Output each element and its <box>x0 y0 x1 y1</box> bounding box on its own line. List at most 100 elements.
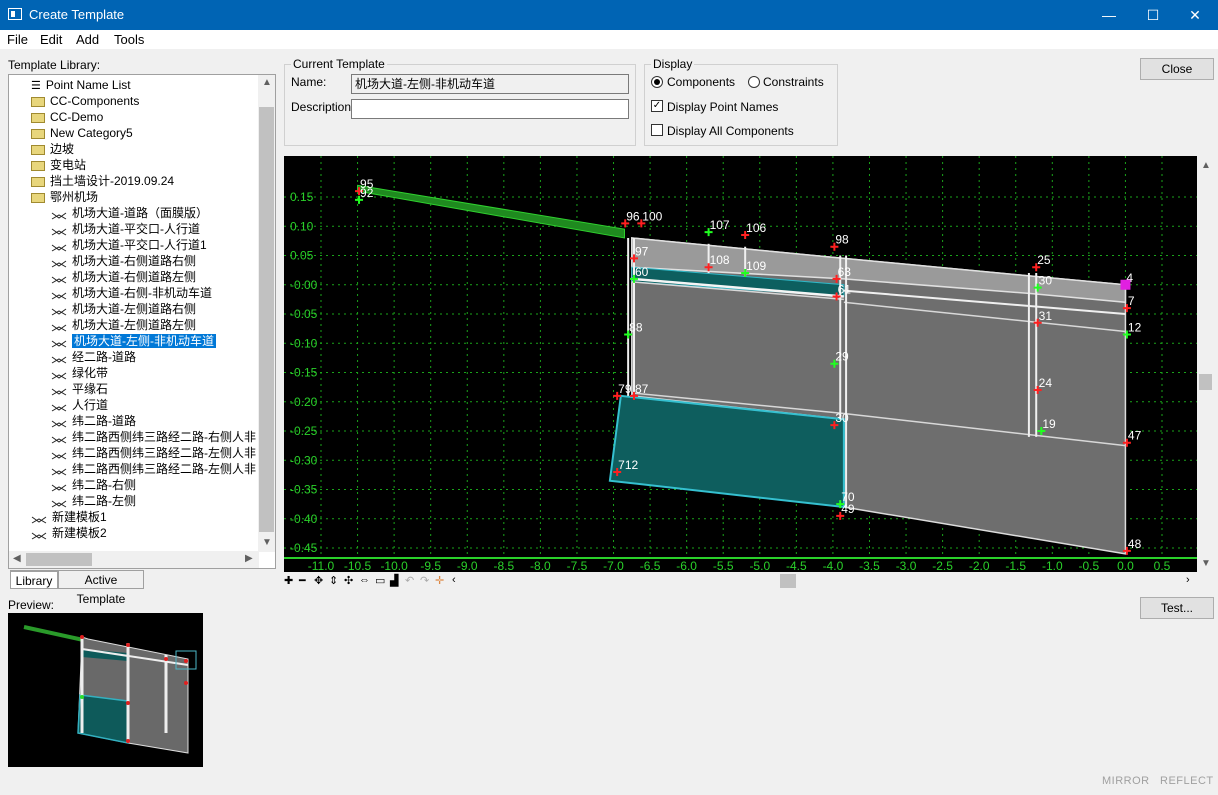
tree-item[interactable]: CC-Demo <box>31 109 103 125</box>
components-radio[interactable] <box>651 76 663 88</box>
tree-scroll-thumb[interactable] <box>259 107 274 532</box>
tree-item[interactable]: ☰ Point Name List <box>31 77 131 93</box>
tree-item[interactable]: 机场大道-左侧-非机动车道 <box>51 333 216 349</box>
tree-item[interactable]: 纬二路西侧纬三路经二路-右侧人非 <box>51 429 256 445</box>
tree-item[interactable]: 纬二路-左侧 <box>51 493 136 509</box>
point-snap-icon[interactable]: ✛ <box>435 574 444 587</box>
tree-vertical-scrollbar[interactable]: ▲ ▼ <box>258 75 275 552</box>
undo-icon[interactable]: ↶ <box>405 574 414 587</box>
display-point-names-label[interactable]: Display Point Names <box>667 100 778 114</box>
display-point-names-checkbox[interactable]: ✓ <box>651 100 663 112</box>
template-drawing[interactable]: -11.0 -10.5 -10.0 -9.5 -9.0 -8.5 -8.0 -7.5 -7.0 -… <box>284 156 1197 573</box>
tree-item[interactable]: 机场大道-道路（面膜版） <box>51 205 208 221</box>
point-name-label: 106 <box>746 221 766 235</box>
display-all-components-checkbox[interactable] <box>651 124 663 136</box>
tree-item[interactable]: 人行道 <box>51 397 108 413</box>
scroll-down-icon[interactable]: ▼ <box>262 537 272 548</box>
tree-item[interactable]: 机场大道-平交口-人行道1 <box>51 237 207 253</box>
template-icon <box>51 305 67 316</box>
template-icon <box>51 337 67 348</box>
chart-icon[interactable]: ▟ <box>390 574 398 587</box>
canvas-scroll-up-icon[interactable]: ▲ <box>1201 160 1211 171</box>
tree-item[interactable]: 机场大道-左侧道路左侧 <box>51 317 196 333</box>
point-name-label: 29 <box>835 350 849 364</box>
tree-item[interactable]: 变电站 <box>31 157 86 173</box>
template-name-field[interactable]: 机场大道-左侧-非机动车道 <box>351 74 629 94</box>
tree-item[interactable]: 机场大道-右侧-非机动车道 <box>51 285 212 301</box>
x-tick-label: -3.0 <box>896 559 917 572</box>
point-name-label: 30 <box>835 411 849 425</box>
tree-item-label: 人行道 <box>72 398 109 412</box>
x-tick-label: -8.5 <box>493 559 514 572</box>
template-icon <box>51 321 67 332</box>
tree-item[interactable]: 纬二路-右侧 <box>51 477 136 493</box>
tree-horizontal-scrollbar[interactable]: ◀ ▶ <box>9 551 259 568</box>
template-editor-canvas[interactable]: -11.0 -10.5 -10.0 -9.5 -9.0 -8.5 -8.0 -7.5 -7.0 -… <box>284 156 1197 573</box>
canvas-scroll-left-icon[interactable]: ‹ <box>452 574 456 586</box>
x-tick-label: -10.0 <box>380 559 408 572</box>
point-name-label: 98 <box>835 233 849 247</box>
tab-library[interactable]: Library <box>10 570 58 589</box>
mirror-label[interactable]: MIRROR <box>1102 775 1150 787</box>
point-name-label: 79 <box>618 382 632 396</box>
tree-item[interactable]: 绿化带 <box>51 365 108 381</box>
redo-icon[interactable]: ↷ <box>420 574 429 587</box>
canvas-vertical-scrollbar[interactable]: ▲ ▼ <box>1197 156 1214 572</box>
test-button[interactable]: Test... <box>1140 597 1214 619</box>
tree-item[interactable]: 鄂州机场 <box>31 189 98 205</box>
canvas-scroll-right-icon[interactable]: › <box>1186 574 1190 586</box>
tab-active-template[interactable]: Active Template <box>58 570 144 606</box>
canvas-hscroll-thumb[interactable] <box>780 574 796 588</box>
tree-item-label: 绿化带 <box>72 366 109 380</box>
tree-item[interactable]: 新建模板1 <box>31 509 107 525</box>
point-name-label: 63 <box>838 265 852 279</box>
tree-item[interactable]: 挡土墙设计-2019.09.24 <box>31 173 174 189</box>
scroll-up-icon[interactable]: ▲ <box>262 77 272 88</box>
zoom-in-icon[interactable]: ✚ <box>284 574 293 587</box>
tree-hscroll-thumb[interactable] <box>26 553 92 566</box>
template-library-tree[interactable]: ▲ ▼ ◀ ▶ ☰ Point Name List CC-Components CC-… <box>8 74 276 569</box>
name-label: Name: <box>291 75 327 89</box>
maximize-button[interactable]: ☐ <box>1130 0 1176 30</box>
menu-edit[interactable]: Edit <box>40 32 62 47</box>
scroll-left-icon[interactable]: ◀ <box>13 553 21 564</box>
tree-item[interactable]: 纬二路西侧纬三路经二路-左侧人非 <box>51 461 256 477</box>
menu-file[interactable]: File <box>7 32 28 47</box>
menu-tools[interactable]: Tools <box>114 32 144 47</box>
tree-item[interactable]: 纬二路西侧纬三路经二路-左侧人非 <box>51 445 256 461</box>
canvas-vscroll-thumb[interactable] <box>1199 374 1212 390</box>
tree-item[interactable]: 机场大道-平交口-人行道 <box>51 221 200 237</box>
fit-all-icon[interactable]: ✣ <box>344 574 353 587</box>
tree-item[interactable]: 机场大道-左侧道路右侧 <box>51 301 196 317</box>
pan-icon[interactable]: ✥ <box>314 574 323 587</box>
tree-item[interactable]: CC-Components <box>31 93 139 109</box>
constraints-label[interactable]: Constraints <box>763 75 824 89</box>
scroll-right-icon[interactable]: ▶ <box>245 553 253 564</box>
fit-horizontal-icon[interactable]: ⇔ <box>359 574 370 586</box>
minimize-button[interactable]: — <box>1086 0 1132 30</box>
tree-item[interactable]: 机场大道-右侧道路右侧 <box>51 253 196 269</box>
point-name-label: 60 <box>635 265 649 279</box>
close-window-button[interactable]: ✕ <box>1172 0 1218 30</box>
template-icon <box>51 465 67 476</box>
reflect-label[interactable]: REFLECT <box>1160 775 1214 787</box>
zoom-out-icon[interactable]: ━ <box>299 574 306 587</box>
display-all-components-label[interactable]: Display All Components <box>667 124 794 138</box>
y-tick-label: -0.30 <box>290 453 318 467</box>
template-icon <box>31 529 47 540</box>
template-description-field[interactable] <box>351 99 629 119</box>
components-label[interactable]: Components <box>667 75 735 89</box>
canvas-scroll-down-icon[interactable]: ▼ <box>1201 558 1211 569</box>
constraints-radio[interactable] <box>748 76 760 88</box>
tree-item[interactable]: 边坡 <box>31 141 74 157</box>
tree-item[interactable]: 机场大道-右侧道路左侧 <box>51 269 196 285</box>
window-zoom-icon[interactable]: ▭ <box>375 574 385 587</box>
menu-add[interactable]: Add <box>76 32 99 47</box>
close-button[interactable]: Close <box>1140 58 1214 80</box>
fit-vertical-icon[interactable]: ⇕ <box>329 574 338 587</box>
tree-item[interactable]: New Category5 <box>31 125 133 141</box>
tree-item[interactable]: 新建模板2 <box>31 525 107 541</box>
tree-item[interactable]: 平缘石 <box>51 381 108 397</box>
tree-item[interactable]: 经二路-道路 <box>51 349 136 365</box>
tree-item[interactable]: 纬二路-道路 <box>51 413 136 429</box>
